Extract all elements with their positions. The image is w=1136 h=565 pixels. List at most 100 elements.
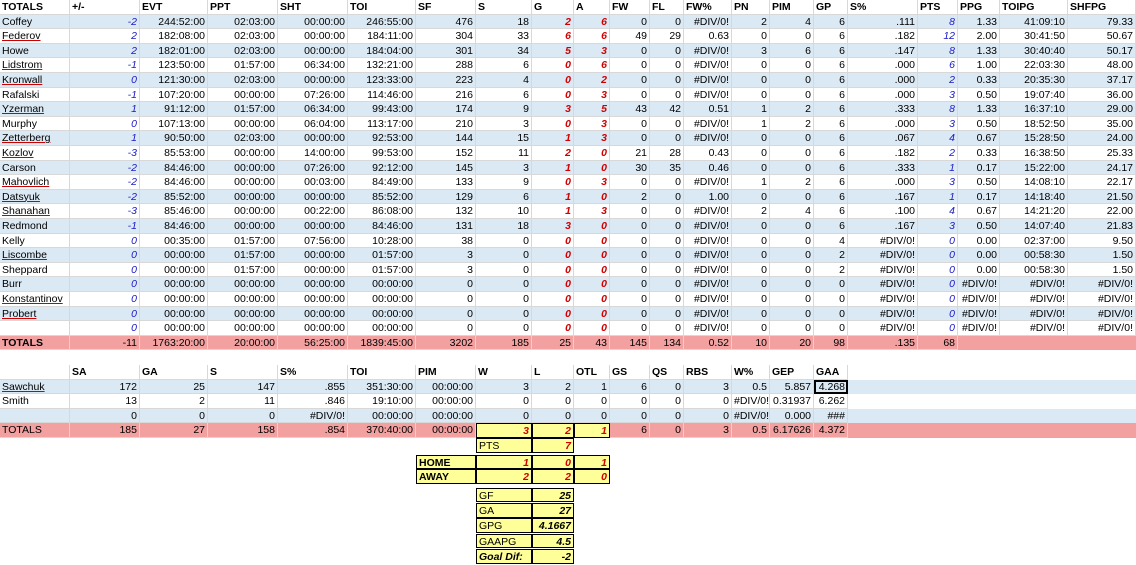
cell-name[interactable]: Konstantinov xyxy=(0,292,70,307)
cell-pn[interactable]: 0 xyxy=(732,219,770,234)
cell-fwp[interactable]: #DIV/0! xyxy=(684,321,732,336)
cell-gp[interactable]: 6 xyxy=(814,29,848,44)
cell-sf[interactable]: 210 xyxy=(416,116,476,132)
cell-toipg[interactable]: 30:41:50 xyxy=(1000,29,1068,44)
cell-evt[interactable]: 85:52:00 xyxy=(140,189,208,205)
cell-shfpg[interactable]: #DIV/0! xyxy=(1068,306,1136,322)
goalie-cell-gep[interactable]: 5.857 xyxy=(770,379,814,395)
goalie-cell-ga[interactable]: 0 xyxy=(140,408,208,424)
cell-fl[interactable]: 29 xyxy=(650,29,684,44)
gf-label[interactable]: GF xyxy=(476,487,532,503)
cell-pm[interactable]: -3 xyxy=(70,204,140,219)
cell-ppg[interactable]: 0.67 xyxy=(958,131,1000,146)
cell-s[interactable]: 4 xyxy=(476,73,532,88)
cell-toipg[interactable]: 30:40:40 xyxy=(1000,43,1068,59)
goalie-cell-rbs[interactable]: 3 xyxy=(684,379,732,395)
cell-shfpg[interactable]: 22.17 xyxy=(1068,175,1136,190)
cell-ppg[interactable]: 0.00 xyxy=(958,262,1000,278)
cell-pim[interactable]: 0 xyxy=(770,160,814,176)
cell-gp[interactable]: 6 xyxy=(814,116,848,132)
cell-sht[interactable]: 00:00:00 xyxy=(278,14,348,30)
cell-gp[interactable]: 6 xyxy=(814,14,848,30)
goalie-total-gep[interactable]: 6.17626 xyxy=(770,423,814,438)
cell-name[interactable]: Kelly xyxy=(0,233,70,249)
cell-pts[interactable]: 0 xyxy=(918,277,958,292)
cell-pn[interactable]: 0 xyxy=(732,160,770,176)
goal-dif-label[interactable]: Goal Dif: xyxy=(476,549,532,564)
cell-ppg[interactable]: 0.50 xyxy=(958,87,1000,103)
cell-gp[interactable]: 0 xyxy=(814,321,848,336)
cell-toipg[interactable]: 14:18:40 xyxy=(1000,189,1068,205)
cell-fwp[interactable]: #DIV/0! xyxy=(684,262,732,278)
cell-sp[interactable]: #DIV/0! xyxy=(848,277,918,292)
cell-a[interactable]: 0 xyxy=(574,248,610,263)
cell-toipg[interactable]: 19:07:40 xyxy=(1000,87,1068,103)
cell-a[interactable]: 0 xyxy=(574,233,610,249)
cell-fwp[interactable]: 0.46 xyxy=(684,160,732,176)
cell-name[interactable]: Yzerman xyxy=(0,102,70,117)
cell-pts[interactable]: 3 xyxy=(918,219,958,234)
column-header[interactable]: S xyxy=(476,0,532,15)
cell-pn[interactable]: 2 xyxy=(732,14,770,30)
cell-gp[interactable]: 6 xyxy=(814,189,848,205)
cell-g[interactable]: 0 xyxy=(532,262,574,278)
cell-pn[interactable]: 0 xyxy=(732,321,770,336)
cell-fw[interactable]: 0 xyxy=(610,175,650,190)
cell-fl[interactable]: 0 xyxy=(650,43,684,59)
column-header[interactable]: +/- xyxy=(70,0,140,15)
gf-value[interactable]: 25 xyxy=(532,487,574,503)
cell-fw[interactable]: 0 xyxy=(610,262,650,278)
column-header[interactable]: SHT xyxy=(278,0,348,15)
column-header[interactable]: PPG xyxy=(958,0,1000,15)
cell-toi[interactable]: 99:43:00 xyxy=(348,102,416,117)
cell-name[interactable]: Kronwall xyxy=(0,73,70,88)
cell-evt[interactable]: 00:00:00 xyxy=(140,306,208,322)
cell-sf[interactable]: 152 xyxy=(416,146,476,161)
cell-a[interactable]: 0 xyxy=(574,219,610,234)
cell-sht[interactable]: 00:03:00 xyxy=(278,175,348,190)
cell-sht[interactable]: 06:04:00 xyxy=(278,116,348,132)
cell-sp[interactable]: .333 xyxy=(848,160,918,176)
cell-toipg[interactable]: 20:35:30 xyxy=(1000,73,1068,88)
cell-fl[interactable]: 0 xyxy=(650,204,684,219)
goalie-total-l[interactable]: 2 xyxy=(532,423,574,438)
cell-toipg[interactable]: 00:58:30 xyxy=(1000,248,1068,263)
cell-sf[interactable]: 223 xyxy=(416,73,476,88)
cell-toipg[interactable]: 16:37:10 xyxy=(1000,102,1068,117)
cell-a[interactable]: 0 xyxy=(574,321,610,336)
cell-shfpg[interactable]: 50.67 xyxy=(1068,29,1136,44)
cell-name[interactable]: Howe xyxy=(0,43,70,59)
cell-sht[interactable]: 00:00:00 xyxy=(278,306,348,322)
cell-fl[interactable]: 42 xyxy=(650,102,684,117)
cell-toi[interactable]: 113:17:00 xyxy=(348,116,416,132)
cell-gp[interactable]: 6 xyxy=(814,87,848,103)
cell-fl[interactable]: 0 xyxy=(650,292,684,307)
column-header[interactable]: FW% xyxy=(684,0,732,15)
cell-toipg[interactable]: 15:22:00 xyxy=(1000,160,1068,176)
cell-pn[interactable]: 1 xyxy=(732,116,770,132)
home-label[interactable]: HOME xyxy=(416,454,476,470)
cell-fwp[interactable]: #DIV/0! xyxy=(684,14,732,30)
cell-fw[interactable]: 49 xyxy=(610,29,650,44)
cell-sht[interactable]: 00:00:00 xyxy=(278,277,348,292)
goalie-cell-name[interactable]: Sawchuk xyxy=(0,379,70,395)
column-header[interactable]: PN xyxy=(732,0,770,15)
cell-fl[interactable]: 0 xyxy=(650,14,684,30)
cell-name[interactable]: Kozlov xyxy=(0,146,70,161)
cell-evt[interactable]: 107:13:00 xyxy=(140,116,208,132)
cell-a[interactable]: 2 xyxy=(574,73,610,88)
goalie-cell-w[interactable]: 0 xyxy=(476,408,532,424)
cell-g[interactable]: 1 xyxy=(532,204,574,219)
cell-g[interactable]: 0 xyxy=(532,321,574,336)
cell-sht[interactable]: 00:00:00 xyxy=(278,43,348,59)
cell-gp[interactable]: 6 xyxy=(814,73,848,88)
goalie-cell-qs[interactable]: 0 xyxy=(650,379,684,395)
cell-ppt[interactable]: 01:57:00 xyxy=(208,248,278,263)
cell-shfpg[interactable]: 24.00 xyxy=(1068,131,1136,146)
cell-g[interactable]: 2 xyxy=(532,146,574,161)
cell-g[interactable]: 0 xyxy=(532,175,574,190)
cell-sht[interactable]: 06:34:00 xyxy=(278,58,348,73)
total-fl[interactable]: 134 xyxy=(650,335,684,351)
cell-toipg[interactable]: 41:09:10 xyxy=(1000,14,1068,30)
cell-sht[interactable]: 00:00:00 xyxy=(278,29,348,44)
